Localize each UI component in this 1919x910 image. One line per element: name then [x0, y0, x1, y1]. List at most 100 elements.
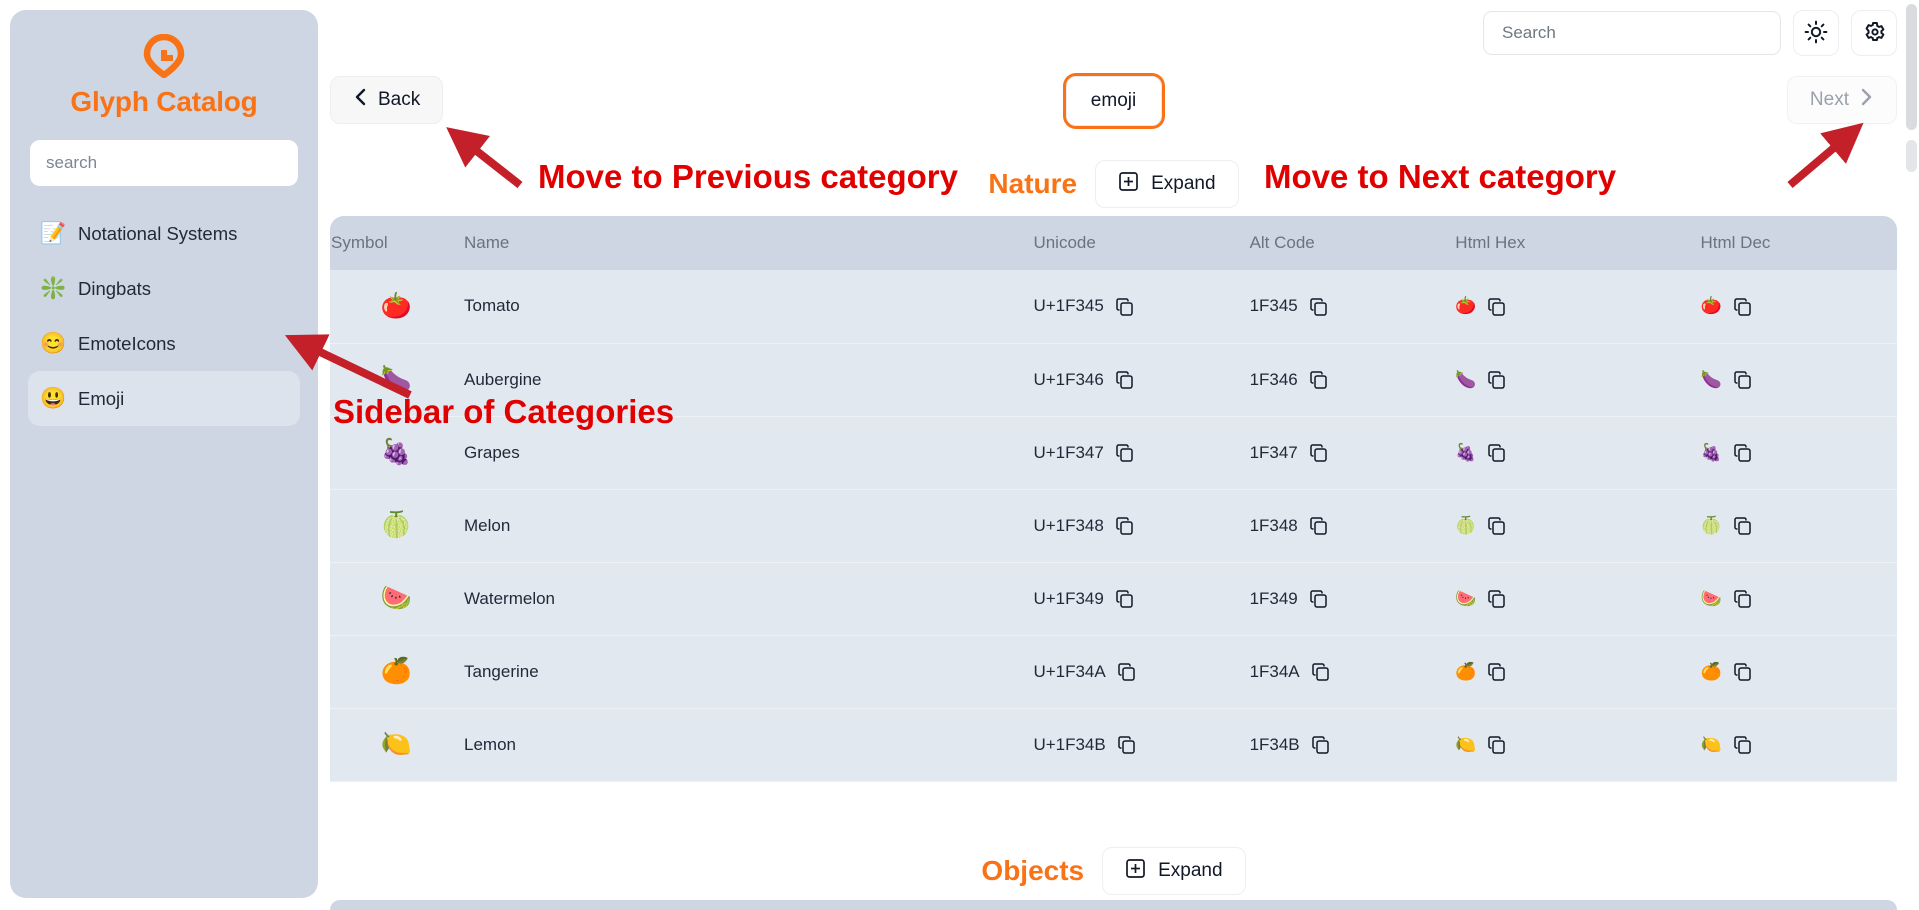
- sidebar-item-label: Dingbats: [78, 277, 152, 299]
- copy-icon[interactable]: [1309, 370, 1328, 389]
- copy-icon[interactable]: [1733, 735, 1752, 754]
- glyph-symbol-icon: 🍆: [380, 365, 413, 393]
- copy-icon[interactable]: [1733, 589, 1752, 608]
- copy-icon[interactable]: [1309, 297, 1328, 316]
- copy-icon[interactable]: [1115, 370, 1134, 389]
- altcode: 1F34A: [1250, 662, 1330, 682]
- unicode-value: U+1F347: [1033, 442, 1104, 462]
- chevron-right-icon: [1859, 87, 1874, 113]
- cell-htmlhex: 🍈: [1454, 489, 1699, 562]
- unicode-value: U+1F34B: [1033, 734, 1106, 754]
- copy-icon[interactable]: [1733, 443, 1752, 462]
- current-category-chip[interactable]: emoji: [1065, 76, 1162, 126]
- altcode-value: 1F34A: [1249, 661, 1300, 681]
- sidebar-item-dingbats[interactable]: ❇️ Dingbats: [28, 261, 300, 316]
- expand-button-nature[interactable]: Expand: [1095, 160, 1239, 208]
- next-button[interactable]: Next: [1786, 76, 1897, 124]
- scrollbar-thumb[interactable]: [1906, 4, 1917, 130]
- category-nav-row: Back emoji Next: [330, 76, 1897, 132]
- table-body: 🍅 Tomato U+1F345 1F345 🍅 🍅 🍆 Aubergine U+1F346 1F…: [330, 270, 1897, 781]
- expand-button-objects[interactable]: Expand: [1102, 847, 1246, 895]
- htmlhex: 🍇: [1455, 443, 1506, 463]
- altcode-value: 1F347: [1249, 442, 1298, 462]
- copy-icon[interactable]: [1733, 370, 1752, 389]
- unicode-value: U+1F349: [1033, 588, 1104, 608]
- column-header-name: Name: [464, 233, 510, 252]
- table-row[interactable]: 🍊 Tangerine U+1F34A 1F34A 🍊 🍊: [330, 635, 1897, 708]
- sidebar-item-emoteicons[interactable]: 😊 EmoteIcons: [28, 316, 300, 371]
- copy-icon[interactable]: [1309, 443, 1328, 462]
- table-row[interactable]: 🍋 Lemon U+1F34B 1F34B 🍋 🍋: [330, 708, 1897, 781]
- copy-icon[interactable]: [1733, 662, 1752, 681]
- annotation-previous-category: Move to Previous category: [538, 158, 958, 195]
- column-header-htmlhex: Html Hex: [1455, 233, 1526, 252]
- unicode-value: U+1F34A: [1033, 661, 1106, 681]
- theme-toggle-button[interactable]: [1793, 10, 1839, 56]
- copy-icon[interactable]: [1487, 443, 1506, 462]
- scrollbar-thumb-secondary[interactable]: [1906, 140, 1917, 172]
- htmlhex: 🍈: [1455, 516, 1506, 536]
- cell-unicode: U+1F347: [1032, 416, 1248, 489]
- search-input[interactable]: [1483, 11, 1781, 55]
- gear-icon: [1862, 20, 1886, 47]
- copy-icon[interactable]: [1115, 589, 1134, 608]
- copy-icon[interactable]: [1309, 516, 1328, 535]
- altcode: 1F349: [1250, 589, 1328, 609]
- htmldec-value: 🍅: [1700, 296, 1722, 316]
- section-title: Nature: [988, 168, 1078, 199]
- copy-icon[interactable]: [1115, 443, 1134, 462]
- copy-icon[interactable]: [1487, 589, 1506, 608]
- copy-icon[interactable]: [1309, 589, 1328, 608]
- glyph-symbol-icon: 🍋: [380, 730, 413, 758]
- copy-icon[interactable]: [1487, 370, 1506, 389]
- copy-icon[interactable]: [1115, 516, 1134, 535]
- cell-altcode: 1F34B: [1249, 708, 1455, 781]
- htmldec: 🍊: [1701, 662, 1752, 682]
- htmldec: 🍋: [1701, 735, 1752, 755]
- back-button[interactable]: Back: [330, 76, 444, 124]
- cell-name: Tangerine: [464, 661, 539, 681]
- htmlhex-value: 🍉: [1455, 588, 1477, 608]
- column-header-htmldec: Html Dec: [1700, 233, 1771, 252]
- unicode: U+1F34A: [1033, 662, 1135, 682]
- table-row[interactable]: 🍅 Tomato U+1F345 1F345 🍅 🍅: [330, 270, 1897, 343]
- sidebar-item-emoji[interactable]: 😃 Emoji: [28, 371, 300, 426]
- sparkle-icon: ❇️: [40, 277, 67, 300]
- htmldec-value: 🍆: [1700, 369, 1722, 389]
- back-button-label: Back: [378, 89, 421, 110]
- htmlhex: 🍊: [1455, 662, 1506, 682]
- cell-htmldec: 🍊: [1700, 635, 1897, 708]
- cell-symbol: 🍋: [330, 708, 463, 781]
- copy-icon[interactable]: [1487, 735, 1506, 754]
- cell-htmlhex: 🍆: [1454, 343, 1699, 416]
- sidebar: Glyph Catalog 📝 Notational Systems ❇️ Di…: [10, 10, 318, 898]
- cell-symbol: 🍈: [330, 489, 463, 562]
- glyph-symbol-icon: 🍅: [380, 291, 413, 320]
- settings-button[interactable]: [1851, 10, 1897, 56]
- page-scrollbar[interactable]: [1904, 0, 1919, 910]
- table-row[interactable]: 🍈 Melon U+1F348 1F348 🍈 🍈: [330, 489, 1897, 562]
- copy-icon[interactable]: [1311, 662, 1330, 681]
- altcode-value: 1F345: [1249, 296, 1298, 316]
- copy-icon[interactable]: [1733, 516, 1752, 535]
- copy-icon[interactable]: [1487, 662, 1506, 681]
- copy-icon[interactable]: [1117, 735, 1136, 754]
- copy-icon[interactable]: [1117, 662, 1136, 681]
- htmldec-value: 🍈: [1700, 515, 1722, 535]
- sidebar-search-input[interactable]: [30, 140, 298, 186]
- cell-htmlhex: 🍅: [1454, 270, 1699, 343]
- sidebar-item-label: Emoji: [78, 387, 125, 409]
- table-row[interactable]: 🍉 Watermelon U+1F349 1F349 🍉 🍉: [330, 562, 1897, 635]
- copy-icon[interactable]: [1487, 297, 1506, 316]
- copy-icon[interactable]: [1311, 735, 1330, 754]
- altcode: 1F348: [1250, 516, 1328, 536]
- cell-unicode: U+1F349: [1032, 562, 1248, 635]
- sidebar-item-notational-systems[interactable]: 📝 Notational Systems: [28, 206, 300, 261]
- cell-htmldec: 🍆: [1700, 343, 1897, 416]
- cell-htmldec: 🍉: [1700, 562, 1897, 635]
- copy-icon[interactable]: [1733, 297, 1752, 316]
- column-header-altcode: Alt Code: [1249, 233, 1315, 252]
- copy-icon[interactable]: [1487, 516, 1506, 535]
- copy-icon[interactable]: [1115, 297, 1134, 316]
- cell-unicode: U+1F34A: [1032, 635, 1248, 708]
